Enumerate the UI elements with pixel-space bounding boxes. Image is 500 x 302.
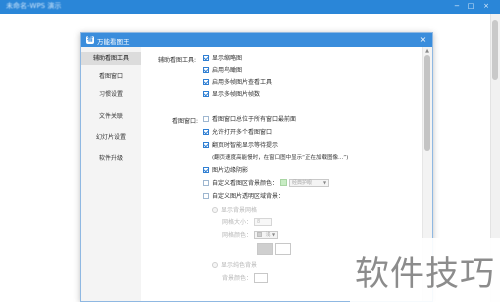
nav-item-slideshow[interactable]: 幻灯片设置 [81, 131, 141, 144]
scroll-up-icon[interactable]: ▲ [423, 48, 431, 54]
grid-size-row: 网格大小： 8 [222, 217, 273, 226]
option-label: 允许打开多个看图窗口 [212, 129, 273, 136]
option-label: 翻页时智能显示等待提示 [212, 142, 279, 149]
bg-color-swatch [280, 179, 288, 186]
nav-item-aux-tools[interactable]: 辅助看图工具 [81, 52, 141, 65]
option-custom-bg-color[interactable]: 自定义看图区背景颜色： 经典护眼 ▼ [203, 178, 330, 187]
grid-color-select[interactable]: 浅 ▼ [254, 230, 279, 239]
option-grid-bg[interactable]: 显示背景网格 [212, 205, 257, 214]
settings-nav: 辅助看图工具 看图窗口 习惯设置 文件关联 幻灯片设置 软件升级 [81, 47, 141, 301]
chevron-down-icon: ▼ [322, 179, 327, 185]
nav-item-upgrade[interactable]: 软件升级 [81, 152, 141, 165]
dialog-scroll-thumb[interactable] [424, 55, 430, 151]
nav-item-view-window[interactable]: 看图窗口 [81, 70, 141, 83]
option-show-thumbnail[interactable]: 显示缩略图 [203, 53, 242, 62]
checkbox-show-thumbnail[interactable] [203, 54, 209, 61]
option-always-on-top[interactable]: 看图窗口总位于所有窗口最前面 [203, 114, 296, 123]
aux-tools-label: 辅助看图工具: [158, 57, 197, 64]
watermark: 软件技巧 [350, 238, 500, 302]
bg-color-select[interactable]: 经典护眼 ▼ [289, 178, 330, 187]
option-birds-eye[interactable]: 启用鸟瞰图 [203, 65, 242, 74]
option-label: 显示多帧图片帧数 [212, 91, 261, 98]
option-label: 自定义看图区背景颜色： [212, 180, 279, 187]
loading-hint-note: (翻页速度高能慢时，在窗口图中显示“正在加载图像...”) [212, 155, 349, 161]
grid-color-preview-light [275, 243, 291, 255]
option-label: 显示纯色背景 [221, 262, 258, 269]
window-close-button[interactable]: × [481, 2, 491, 11]
checkbox-birds-eye[interactable] [203, 66, 209, 73]
solid-color-row: 背景颜色： [222, 272, 269, 283]
app-logo-icon: 看 [86, 36, 94, 44]
grid-color-label: 网格颜色： [222, 232, 253, 239]
watermark-text: 软件技巧 [355, 253, 495, 294]
checkbox-multi-window[interactable] [203, 128, 209, 135]
grid-color-select-value: 浅 [265, 231, 271, 238]
checkbox-multiframe-tool[interactable] [203, 78, 209, 85]
option-solid-bg[interactable]: 显示纯色背景 [212, 260, 257, 269]
option-label: 启用鸟瞰图 [212, 67, 243, 74]
chevron-down-icon: ▼ [271, 231, 276, 237]
dialog-title-bar: 看 万能看图王 × [81, 33, 432, 47]
checkbox-loading-hint[interactable] [203, 141, 209, 148]
option-loading-hint[interactable]: 翻页时智能显示等待提示 [203, 140, 278, 149]
option-label: 看图窗口总位于所有窗口最前面 [212, 116, 297, 123]
option-label: 自定义图片透明区域背景： [212, 193, 285, 200]
dialog-title: 万能看图王 [97, 38, 130, 46]
minimize-button[interactable]: − [452, 2, 462, 11]
radio-solid-bg[interactable] [212, 261, 218, 268]
option-label: 显示背景网格 [221, 207, 258, 214]
grid-size-label: 网格大小： [222, 219, 253, 226]
background-window-title: 未命名-WPS 演示 [6, 2, 62, 10]
background-scroll-thumb[interactable] [492, 20, 498, 80]
checkbox-custom-bg-color[interactable] [203, 179, 209, 186]
nav-item-habits[interactable]: 习惯设置 [81, 88, 141, 101]
nav-item-file-assoc[interactable]: 文件关联 [81, 110, 141, 123]
checkbox-always-on-top[interactable] [203, 115, 209, 122]
checkbox-edge-shadow[interactable] [203, 166, 209, 173]
grid-color-swatch [257, 232, 263, 237]
option-label: 启用多帧图片查看工具 [212, 79, 273, 86]
option-frame-count[interactable]: 显示多帧图片帧数 [203, 89, 260, 98]
bg-color-select-value: 经典护眼 [292, 179, 313, 186]
option-edge-shadow[interactable]: 图片边缘阴影 [203, 165, 248, 174]
solid-color-label: 背景颜色： [222, 275, 253, 282]
background-title-bar: 未命名-WPS 演示 − □ × [0, 0, 500, 14]
grid-size-input[interactable]: 8 [254, 217, 273, 226]
solid-color-picker[interactable] [254, 272, 269, 283]
grid-color-preview-dark [257, 243, 273, 255]
view-window-label: 看图窗口: [172, 118, 199, 125]
option-custom-transparent-bg[interactable]: 自定义图片透明区域背景： [203, 191, 284, 200]
radio-grid-bg[interactable] [212, 206, 218, 213]
option-label: 图片边缘阴影 [212, 167, 249, 174]
maximize-button[interactable]: □ [466, 2, 476, 11]
checkbox-custom-transparent-bg[interactable] [203, 192, 209, 199]
grid-color-row: 网格颜色： 浅 ▼ [222, 230, 279, 239]
option-label: 显示缩略图 [212, 55, 243, 62]
dialog-close-button[interactable]: × [418, 35, 428, 45]
option-multi-window[interactable]: 允许打开多个看图窗口 [203, 127, 272, 136]
checkbox-frame-count[interactable] [203, 90, 209, 97]
option-multiframe-tool[interactable]: 启用多帧图片查看工具 [203, 77, 272, 86]
